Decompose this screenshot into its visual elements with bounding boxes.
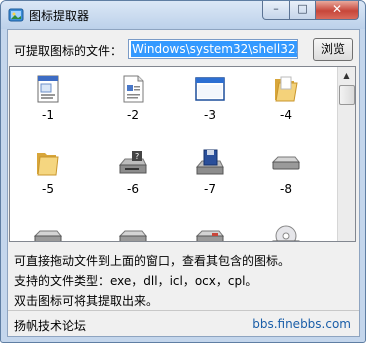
title-bar[interactable]: 图标提取器 – □ ✕ bbox=[1, 1, 365, 29]
scroll-thumb[interactable] bbox=[339, 85, 355, 105]
icon-cell[interactable]: -1 bbox=[22, 69, 74, 129]
svg-text:?: ? bbox=[135, 152, 139, 161]
hint-drag: 可直接拖动文件到上面的窗口，查看其包含的图标。 bbox=[14, 254, 291, 268]
minimize-icon: – bbox=[273, 2, 279, 15]
icon-cell[interactable]: -7 bbox=[184, 143, 236, 203]
window-title: 图标提取器 bbox=[29, 9, 90, 23]
hint-double-click: 双击图标可将其提取出来。 bbox=[14, 294, 159, 308]
vertical-scrollbar[interactable]: ▲ bbox=[337, 67, 355, 241]
network-drive-icon bbox=[118, 230, 148, 241]
icon-cell[interactable]: -5 bbox=[22, 143, 74, 203]
icon-label: -3 bbox=[204, 108, 216, 122]
icon-cell[interactable] bbox=[22, 217, 74, 241]
browse-button[interactable]: 浏览 bbox=[313, 38, 353, 61]
document-icon bbox=[37, 75, 59, 103]
file-label: 可提取图标的文件： bbox=[14, 44, 123, 58]
hint-file-types: 支持的文件类型：exe，dll，icl，ocx，cpl。 bbox=[14, 274, 258, 288]
forum-link[interactable]: bbs.finebbs.com bbox=[252, 317, 351, 331]
window-icon bbox=[195, 77, 225, 101]
maximize-icon: □ bbox=[297, 2, 308, 15]
icon-label: -1 bbox=[42, 108, 54, 122]
cd-drive-icon bbox=[272, 225, 300, 241]
app-icon bbox=[8, 8, 24, 22]
floppy-drive-icon: ? bbox=[118, 151, 147, 174]
icon-label: -4 bbox=[280, 108, 292, 122]
app-window: 图标提取器 – □ ✕ 可提取图标的文件： Windows\system32\s… bbox=[0, 0, 366, 343]
icon-cell[interactable] bbox=[260, 217, 312, 241]
status-bar: 扬帆技术论坛 bbs.finebbs.com bbox=[8, 310, 359, 337]
file-path-input[interactable]: Windows\system32\shell32.dll bbox=[128, 39, 298, 59]
icon-cell[interactable] bbox=[107, 217, 159, 241]
icon-cell[interactable]: -3 bbox=[184, 69, 236, 129]
scroll-up-arrow-icon[interactable]: ▲ bbox=[339, 68, 354, 83]
icon-label: -6 bbox=[127, 182, 139, 196]
icon-label: -7 bbox=[204, 182, 216, 196]
removable-drive-icon bbox=[195, 230, 225, 241]
forum-name: 扬帆技术论坛 bbox=[14, 319, 87, 333]
icon-cell[interactable]: -4 bbox=[260, 69, 312, 129]
file-path-text: Windows\system32\shell32.dll bbox=[131, 41, 297, 57]
minimize-button[interactable]: – bbox=[262, 1, 290, 20]
client-area: 可提取图标的文件： Windows\system32\shell32.dll 浏… bbox=[7, 29, 360, 337]
icon-label: -8 bbox=[280, 182, 292, 196]
icon-cell[interactable]: -8 bbox=[260, 143, 312, 203]
icon-list[interactable]: -1 -2 -3 -4 -5 ? -6 -7 -8 ▲ bbox=[9, 66, 356, 242]
text-document-icon bbox=[123, 75, 144, 103]
close-button[interactable]: ✕ bbox=[315, 1, 359, 20]
icon-label: -5 bbox=[42, 182, 54, 196]
folder-icon bbox=[37, 153, 59, 176]
folder-open-icon bbox=[275, 76, 298, 102]
maximize-button[interactable]: □ bbox=[289, 1, 316, 20]
floppy-disk-icon bbox=[195, 149, 224, 175]
hard-drive-icon bbox=[33, 230, 63, 241]
icon-cell[interactable] bbox=[184, 217, 236, 241]
icon-cell[interactable]: -2 bbox=[107, 69, 159, 129]
icon-label: -2 bbox=[127, 108, 139, 122]
close-icon: ✕ bbox=[331, 2, 343, 16]
drive-icon bbox=[271, 156, 301, 170]
icon-cell[interactable]: ? -6 bbox=[107, 143, 159, 203]
